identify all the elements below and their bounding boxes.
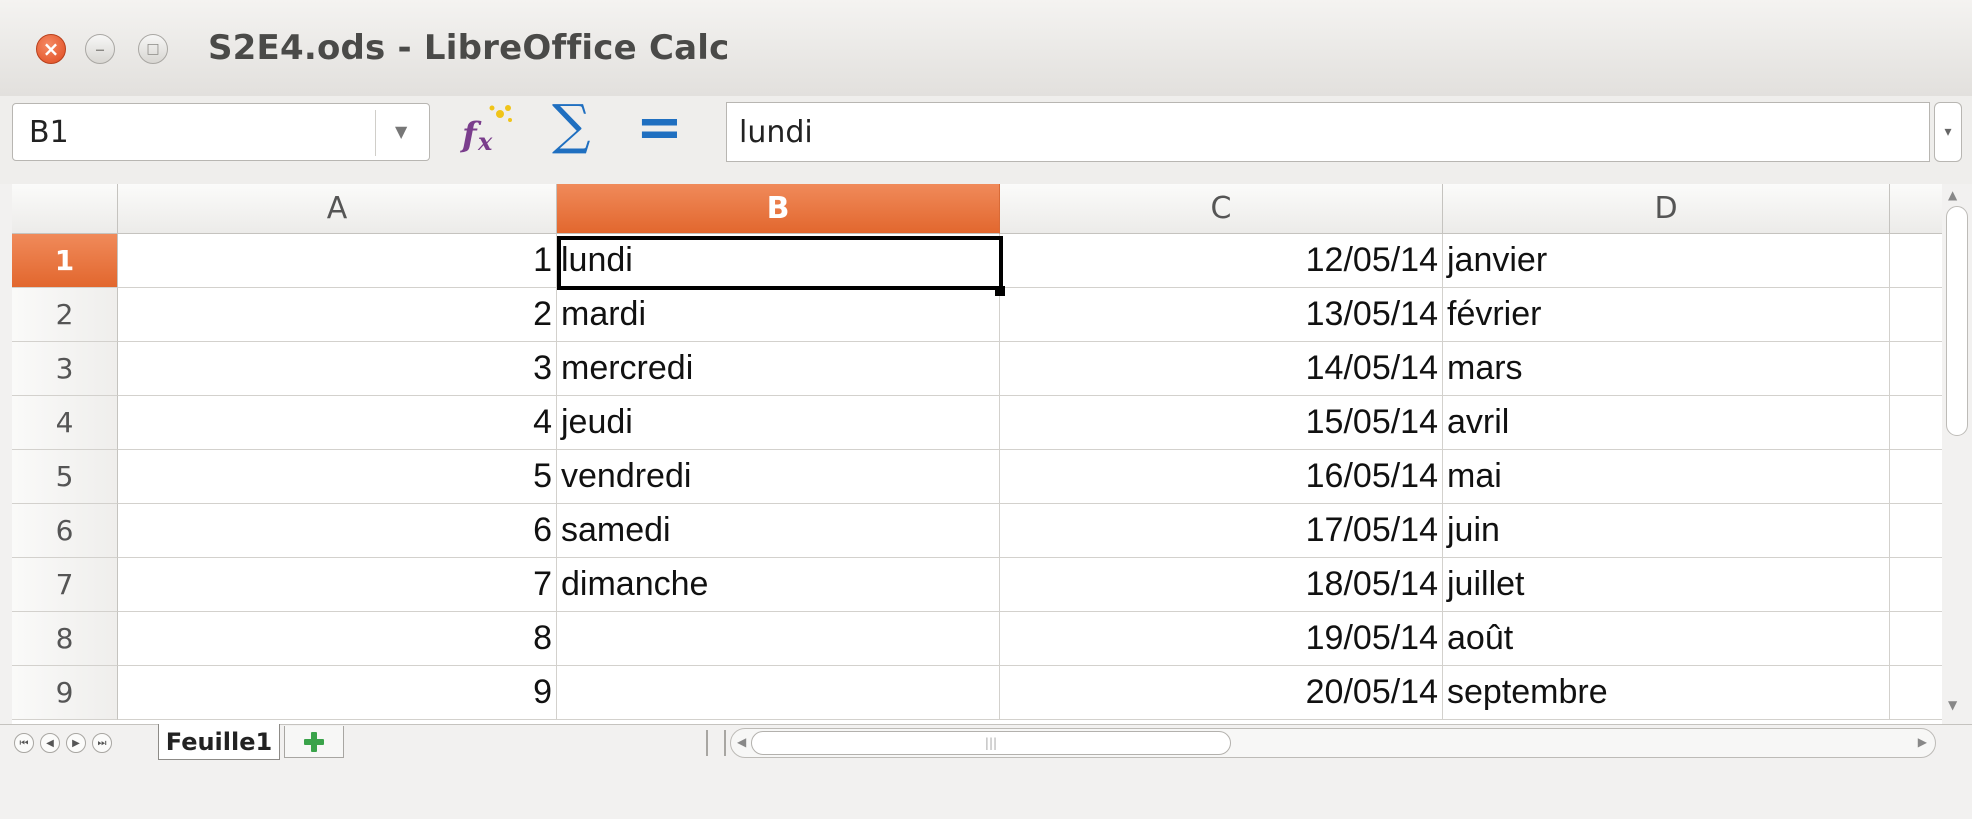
autofill-handle[interactable]: [995, 286, 1005, 296]
scroll-down-icon[interactable]: ▼: [1948, 698, 1957, 712]
cell-d7[interactable]: juillet: [1443, 558, 1890, 612]
name-box[interactable]: B1 ▼: [12, 103, 430, 161]
cell-b4[interactable]: jeudi: [557, 396, 1000, 450]
cell-c6[interactable]: 17/05/14: [1000, 504, 1443, 558]
cell-b5[interactable]: vendredi: [557, 450, 1000, 504]
cell-d6[interactable]: juin: [1443, 504, 1890, 558]
cell-a2[interactable]: 2: [118, 288, 557, 342]
last-sheet-icon[interactable]: ⏭: [92, 733, 112, 753]
first-sheet-icon[interactable]: ⏮: [14, 733, 34, 753]
plus-icon: [304, 731, 324, 752]
spreadsheet-grid[interactable]: A B C D 1 1 lundi 12/05/14 janvier 2 2 mardi 13/…: [12, 184, 1954, 724]
name-box-value: B1: [29, 115, 69, 150]
scroll-left-icon[interactable]: ◀: [737, 735, 746, 749]
cell-a6[interactable]: 6: [118, 504, 557, 558]
formula-input[interactable]: lundi: [726, 102, 1930, 162]
cell-a5[interactable]: 5: [118, 450, 557, 504]
row-header-8[interactable]: 8: [12, 612, 118, 666]
cell-b3[interactable]: mercredi: [557, 342, 1000, 396]
formula-input-value: lundi: [739, 115, 813, 150]
name-box-divider: [375, 110, 376, 156]
cell-b9[interactable]: [557, 666, 1000, 720]
scroll-right-icon[interactable]: ▶: [1918, 735, 1927, 749]
cell-d9[interactable]: septembre: [1443, 666, 1890, 720]
cell-c9[interactable]: 20/05/14: [1000, 666, 1443, 720]
row-header-3[interactable]: 3: [12, 342, 118, 396]
cell-a1[interactable]: 1: [118, 234, 557, 288]
next-sheet-icon[interactable]: ▶: [66, 733, 86, 753]
cell-a7[interactable]: 7: [118, 558, 557, 612]
cell-c4[interactable]: 15/05/14: [1000, 396, 1443, 450]
cell-b6[interactable]: samedi: [557, 504, 1000, 558]
cell-b1[interactable]: lundi: [557, 234, 1000, 288]
cell-d3[interactable]: mars: [1443, 342, 1890, 396]
expand-formula-bar-button[interactable]: ▾: [1934, 102, 1962, 162]
minimize-window-button[interactable]: –: [85, 34, 115, 64]
cell-d8[interactable]: août: [1443, 612, 1890, 666]
cell-b8[interactable]: [557, 612, 1000, 666]
cell-c7[interactable]: 18/05/14: [1000, 558, 1443, 612]
cell-a8[interactable]: 8: [118, 612, 557, 666]
cell-d4[interactable]: avril: [1443, 396, 1890, 450]
cell-a3[interactable]: 3: [118, 342, 557, 396]
tab-bar-resize-handle[interactable]: [706, 730, 726, 756]
cell-b7[interactable]: dimanche: [557, 558, 1000, 612]
previous-sheet-icon[interactable]: ◀: [40, 733, 60, 753]
cell-a9[interactable]: 9: [118, 666, 557, 720]
sheet-tab-feuille1[interactable]: Feuille1: [158, 724, 280, 760]
maximize-window-button[interactable]: □: [138, 34, 168, 64]
sum-icon[interactable]: ∑: [552, 98, 591, 152]
cell-b2[interactable]: mardi: [557, 288, 1000, 342]
scroll-up-icon[interactable]: ▲: [1948, 188, 1957, 202]
column-header-c[interactable]: C: [1000, 184, 1443, 234]
formula-equals-icon[interactable]: =: [636, 100, 683, 156]
vertical-scrollbar[interactable]: ▲ ▼: [1942, 184, 1972, 724]
row-header-1[interactable]: 1: [12, 234, 118, 288]
vertical-scroll-thumb[interactable]: [1946, 206, 1968, 436]
function-wizard-icon[interactable]: f x: [456, 102, 516, 162]
cell-d5[interactable]: mai: [1443, 450, 1890, 504]
row-header-6[interactable]: 6: [12, 504, 118, 558]
cell-a4[interactable]: 4: [118, 396, 557, 450]
window-title: S2E4.ods - LibreOffice Calc: [208, 28, 730, 68]
cell-d2[interactable]: février: [1443, 288, 1890, 342]
row-header-5[interactable]: 5: [12, 450, 118, 504]
row-header-9[interactable]: 9: [12, 666, 118, 720]
row-header-7[interactable]: 7: [12, 558, 118, 612]
column-header-b[interactable]: B: [557, 184, 1000, 234]
add-sheet-button[interactable]: [284, 726, 344, 758]
column-header-a[interactable]: A: [118, 184, 557, 234]
horizontal-scroll-thumb[interactable]: |||: [751, 731, 1231, 755]
column-header-d[interactable]: D: [1443, 184, 1890, 234]
horizontal-scrollbar[interactable]: ◀ ||| ▶: [730, 728, 1936, 758]
cell-c3[interactable]: 14/05/14: [1000, 342, 1443, 396]
row-header-2[interactable]: 2: [12, 288, 118, 342]
cell-c5[interactable]: 16/05/14: [1000, 450, 1443, 504]
cell-d1[interactable]: janvier: [1443, 234, 1890, 288]
close-window-button[interactable]: ×: [36, 34, 66, 64]
cell-c2[interactable]: 13/05/14: [1000, 288, 1443, 342]
cell-c1[interactable]: 12/05/14: [1000, 234, 1443, 288]
cell-c8[interactable]: 19/05/14: [1000, 612, 1443, 666]
select-all-corner[interactable]: [12, 184, 118, 234]
svg-text:x: x: [477, 127, 493, 156]
chevron-down-icon[interactable]: ▼: [395, 122, 407, 141]
row-header-4[interactable]: 4: [12, 396, 118, 450]
